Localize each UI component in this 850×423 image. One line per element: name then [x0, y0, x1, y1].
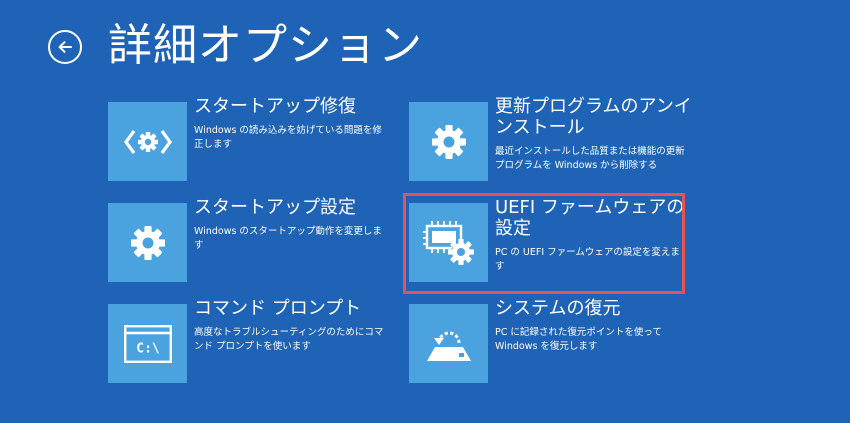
- command-prompt-text: C:\: [136, 341, 160, 356]
- option-description: PC の UEFI ファームウェアの設定を変えます: [495, 247, 680, 272]
- option-description: PC に記録された復元ポイントを使って Windows を復元します: [495, 327, 662, 352]
- option-startup-repair[interactable]: スタートアップ修復 Windows の読み込みを妨げている問題を修正します: [108, 96, 398, 182]
- option-uninstall-updates[interactable]: 更新プログラムのアンインストール 最近インストールした品質または機能の更新プログ…: [409, 96, 699, 182]
- option-startup-settings[interactable]: スタートアップ設定 Windows のスタートアップ動作を変更します: [108, 197, 398, 283]
- back-arrow-icon: [58, 41, 72, 53]
- option-system-restore[interactable]: システムの復元 PC に記録された復元ポイントを使って Windows を復元し…: [409, 298, 699, 384]
- gear-icon: [431, 124, 466, 159]
- option-tile[interactable]: [108, 203, 187, 282]
- option-description: Windows のスタートアップ動作を変更します: [194, 226, 382, 251]
- system-restore-icon: [426, 331, 471, 361]
- option-title: スタートアップ修復: [194, 96, 356, 117]
- option-title: システムの復元: [495, 298, 621, 319]
- option-tile[interactable]: [409, 102, 488, 181]
- option-description: 高度なトラブルシューティングのためにコマンド プロンプトを使います: [194, 327, 384, 352]
- option-description: 最近インストールした品質または機能の更新プログラムを Windows から削除す…: [495, 146, 685, 171]
- option-command-prompt[interactable]: C:\ コマンド プロンプト 高度なトラブルシューティングのためにコマンド プロ…: [108, 298, 398, 384]
- option-uefi-firmware-settings[interactable]: UEFI ファームウェアの設定 PC の UEFI ファームウェアの設定を変えま…: [409, 197, 684, 283]
- option-tile[interactable]: [409, 304, 488, 383]
- option-title: コマンド プロンプト: [194, 298, 362, 319]
- option-tile[interactable]: [108, 102, 187, 181]
- option-tile[interactable]: [409, 203, 488, 282]
- startup-repair-icon: [123, 129, 172, 154]
- gear-icon: [130, 225, 165, 260]
- firmware-chip-gear-icon: [422, 220, 474, 265]
- back-button[interactable]: [48, 30, 82, 64]
- option-title: UEFI ファームウェアの設定: [495, 197, 685, 239]
- command-prompt-icon: C:\: [123, 324, 172, 363]
- option-title: 更新プログラムのアンインストール: [495, 96, 692, 138]
- page-title: 詳細オプション: [108, 20, 423, 71]
- option-tile[interactable]: C:\: [108, 304, 187, 383]
- option-description: Windows の読み込みを妨げている問題を修正します: [194, 125, 382, 150]
- option-title: スタートアップ設定: [194, 197, 356, 218]
